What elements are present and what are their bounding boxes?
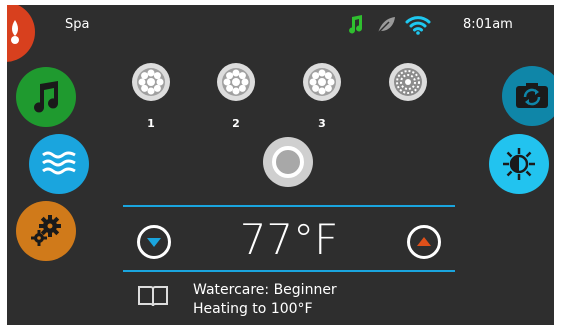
wifi-icon <box>405 16 431 35</box>
waves-icon <box>42 151 76 175</box>
settings-menu-button[interactable] <box>16 201 76 261</box>
temperature-up-button[interactable] <box>407 225 441 259</box>
divider-top <box>123 205 455 207</box>
divider-bottom <box>123 270 455 272</box>
jet-2-label: 2 <box>232 117 240 130</box>
brightness-icon <box>503 148 535 180</box>
jet-nozzle-icon <box>308 68 336 96</box>
temperature-down-button[interactable] <box>137 225 171 259</box>
book-icon[interactable] <box>137 284 169 308</box>
music-note-icon <box>349 15 363 34</box>
jet-1-label: 1 <box>147 117 155 130</box>
clock-time: 8:01am <box>463 17 513 32</box>
jet-3-button[interactable] <box>303 63 341 101</box>
camera-menu-button[interactable] <box>502 66 554 126</box>
leaf-icon <box>376 17 395 35</box>
blower-icon <box>394 68 422 96</box>
statusbar-title: Spa <box>65 17 90 32</box>
light-ring-icon <box>272 146 304 178</box>
temperature-display: 77°F <box>239 215 339 264</box>
camera-rotate-icon <box>516 83 548 108</box>
jet-nozzle-icon <box>222 68 250 96</box>
jet-1-button[interactable] <box>132 63 170 101</box>
spa-control-panel: Spa 8:01am 1 2 3 77°F Watercare: Beginne… <box>7 5 554 325</box>
heating-status: Heating to 100°F <box>193 301 313 317</box>
jet-3-label: 3 <box>318 117 326 130</box>
spa-icon <box>11 20 19 44</box>
arrow-down-icon <box>147 238 161 247</box>
spa-menu-button[interactable] <box>7 5 35 62</box>
settings-gears-icon <box>31 215 61 246</box>
light-button[interactable] <box>263 137 313 187</box>
brightness-menu-button[interactable] <box>489 134 549 194</box>
screen: Spa 8:01am 1 2 3 77°F Watercare: Beginne… <box>0 0 561 325</box>
music-icon <box>34 81 59 113</box>
jet-2-button[interactable] <box>217 63 255 101</box>
arrow-up-icon <box>417 237 431 246</box>
jet-nozzle-icon <box>137 68 165 96</box>
music-menu-button[interactable] <box>16 67 76 127</box>
waves-menu-button[interactable] <box>29 134 89 194</box>
blower-button[interactable] <box>389 63 427 101</box>
watercare-status: Watercare: Beginner <box>193 282 337 298</box>
